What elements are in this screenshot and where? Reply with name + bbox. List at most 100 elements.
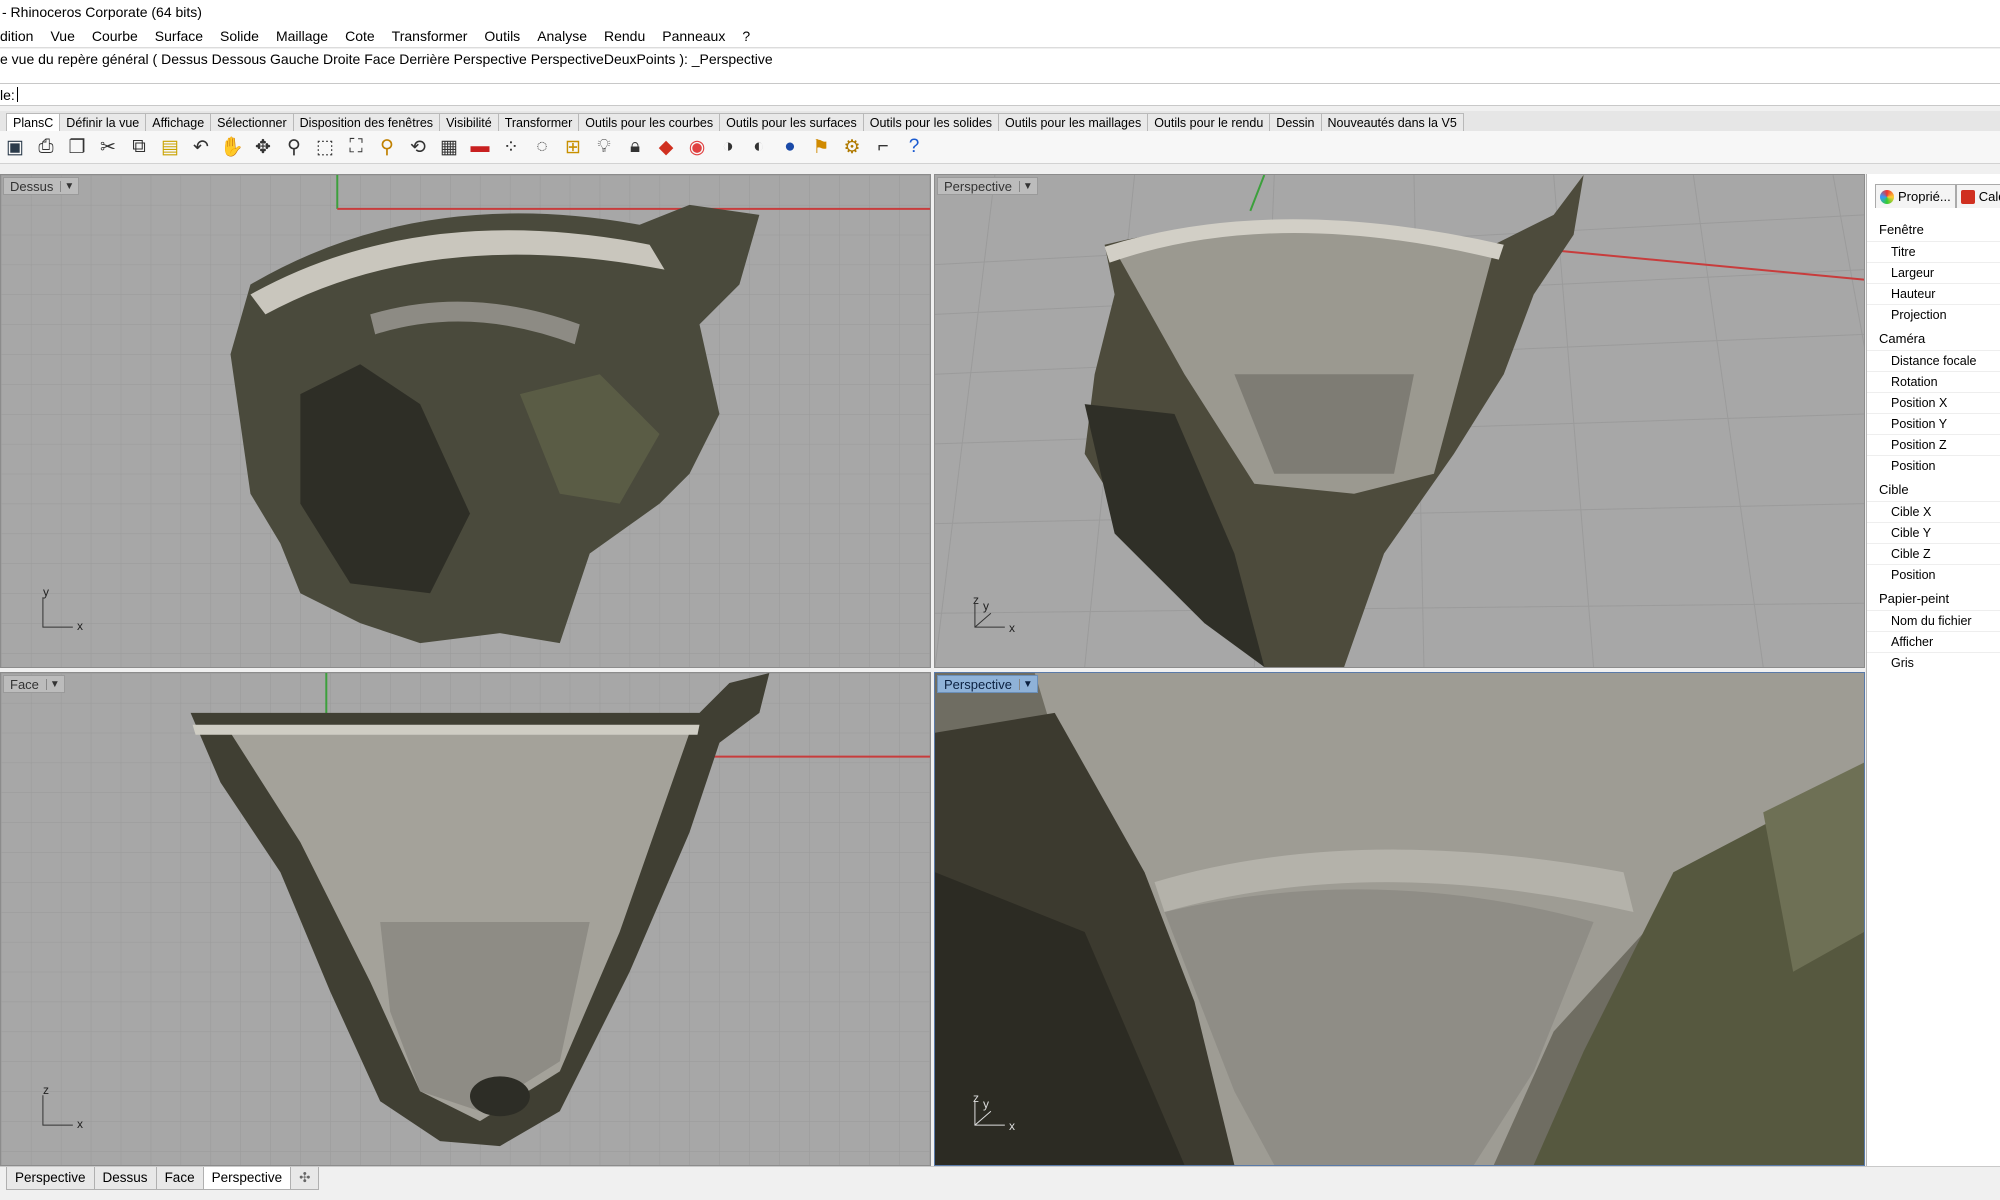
four-viewports-icon[interactable]: ▦: [436, 134, 462, 160]
axis-gizmo: [974, 603, 1005, 628]
property-row[interactable]: Gris: [1867, 652, 2000, 673]
zoom-icon[interactable]: ⚲: [281, 134, 307, 160]
section-title: Caméra: [1879, 331, 1926, 346]
menu-cote[interactable]: Cote: [337, 28, 384, 44]
property-row[interactable]: Nom du fichier: [1867, 610, 2000, 631]
add-viewport-tab-icon[interactable]: ✣: [290, 1167, 320, 1190]
property-row[interactable]: Afficher: [1867, 631, 2000, 652]
tab-nouveautes-v5[interactable]: Nouveautés dans la V5: [1320, 113, 1464, 131]
menu-vue[interactable]: Vue: [42, 28, 83, 44]
zoom-window-icon[interactable]: ⬚: [312, 134, 338, 160]
viewport-tab-dessus[interactable]: Dessus: [93, 1167, 157, 1190]
layer-icon[interactable]: ◆: [653, 134, 679, 160]
viewport-top[interactable]: Dessus ▼ y x: [0, 174, 931, 668]
tab-definir-la-vue[interactable]: Définir la vue: [59, 113, 147, 131]
menu-rendu[interactable]: Rendu: [596, 28, 654, 44]
tab-disposition-fenetres[interactable]: Disposition des fenêtres: [292, 113, 441, 131]
property-row[interactable]: Position: [1867, 455, 2000, 476]
menu-solide[interactable]: Solide: [212, 28, 268, 44]
property-row[interactable]: Hauteur: [1867, 283, 2000, 304]
zoom-selected-icon[interactable]: ⚲: [374, 134, 400, 160]
property-row[interactable]: Position X: [1867, 392, 2000, 413]
menu-transformer[interactable]: Transformer: [384, 28, 477, 44]
viewport-perspective-1[interactable]: Perspective ▼ z y x: [934, 174, 1865, 668]
undo-icon[interactable]: ↶: [188, 134, 214, 160]
tab-visibilite[interactable]: Visibilité: [439, 113, 499, 131]
menu-analyse[interactable]: Analyse: [529, 28, 596, 44]
render-icon[interactable]: ⚑: [808, 134, 834, 160]
tab-plansc[interactable]: PlansC: [6, 113, 61, 131]
panel-tabs: Proprié... Calq: [1867, 182, 2000, 208]
dots-icon[interactable]: ⁘: [498, 134, 524, 160]
command-line[interactable]: le:: [0, 83, 2000, 106]
tab-outils-rendu[interactable]: Outils pour le rendu: [1147, 113, 1271, 131]
tab-selectionner[interactable]: Sélectionner: [210, 113, 294, 131]
menu-surface[interactable]: Surface: [147, 28, 212, 44]
menu-edition[interactable]: dition: [0, 28, 42, 44]
zoom-extents-icon[interactable]: ⛶: [343, 134, 369, 160]
viewport-front[interactable]: Face ▼ z x: [0, 672, 931, 1166]
color-wheel-icon[interactable]: ◉: [684, 134, 710, 160]
copy-icon[interactable]: ⧉: [126, 134, 152, 160]
property-row[interactable]: Cible Z: [1867, 543, 2000, 564]
menu-outils[interactable]: Outils: [476, 28, 529, 44]
property-row[interactable]: Titre: [1867, 241, 2000, 262]
property-row[interactable]: Cible X: [1867, 501, 2000, 522]
property-row[interactable]: Position: [1867, 564, 2000, 585]
property-row[interactable]: Position Z: [1867, 434, 2000, 455]
tab-transformer[interactable]: Transformer: [497, 113, 580, 131]
section-title: Fenêtre: [1879, 222, 1924, 237]
layers-icon: [1960, 189, 1975, 204]
blue-sphere-icon[interactable]: ●: [777, 134, 803, 160]
menu-maillage[interactable]: Maillage: [268, 28, 337, 44]
fillet-icon[interactable]: ⌐: [870, 134, 896, 160]
menu-bar: dition Vue Courbe Surface Solide Maillag…: [0, 25, 2000, 48]
move-view-icon[interactable]: ✥: [250, 134, 276, 160]
tab-calques[interactable]: Calq: [1955, 184, 2000, 208]
viewport-perspective-2[interactable]: Perspective ▼ z y x: [934, 672, 1865, 1166]
viewport-tabs: Perspective Dessus Face Perspective ✣: [0, 1166, 2000, 1200]
import-icon[interactable]: ❐: [64, 134, 90, 160]
tab-dessin[interactable]: Dessin: [1269, 113, 1322, 131]
property-row[interactable]: Distance focale: [1867, 350, 2000, 371]
pan-icon[interactable]: ✋: [219, 134, 245, 160]
command-history: e vue du repère général ( Dessus Dessous…: [0, 49, 2000, 83]
tab-outils-surfaces[interactable]: Outils pour les surfaces: [719, 113, 864, 131]
menu-help[interactable]: ?: [734, 28, 759, 44]
tab-outils-solides[interactable]: Outils pour les solides: [862, 113, 1000, 131]
section-title: Cible: [1879, 482, 1909, 497]
rendered-sphere-icon[interactable]: ◐: [746, 134, 772, 160]
options-gear-icon[interactable]: ⚙: [839, 134, 865, 160]
property-row[interactable]: Cible Y: [1867, 522, 2000, 543]
shaded-sphere-icon[interactable]: ◑: [715, 134, 741, 160]
snap-icon[interactable]: ⊞: [560, 134, 586, 160]
tab-label: Calq: [1978, 189, 2000, 204]
menu-panneaux[interactable]: Panneaux: [654, 28, 734, 44]
lock-icon[interactable]: 🔒︎: [622, 134, 648, 160]
property-row[interactable]: Largeur: [1867, 262, 2000, 283]
print-icon[interactable]: ⎙: [33, 134, 59, 160]
circle-icon[interactable]: ◌: [529, 134, 555, 160]
viewport-tab-perspective-active[interactable]: Perspective: [202, 1167, 292, 1190]
property-row[interactable]: Projection: [1867, 304, 2000, 325]
tab-affichage[interactable]: Affichage: [145, 113, 212, 131]
tab-proprietes[interactable]: Proprié...: [1875, 184, 1956, 208]
help-icon[interactable]: ?: [901, 134, 927, 160]
properties-panel: Proprié... Calq Fenêtre Titre Largeur Ha…: [1866, 174, 2000, 1166]
axis-gizmo: [42, 597, 73, 628]
property-row[interactable]: Rotation: [1867, 371, 2000, 392]
tab-outils-maillages[interactable]: Outils pour les maillages: [998, 113, 1149, 131]
viewport-tab-face[interactable]: Face: [155, 1167, 204, 1190]
text-caret: [16, 87, 18, 102]
paste-icon[interactable]: ▤: [157, 134, 183, 160]
menu-courbe[interactable]: Courbe: [84, 28, 147, 44]
cut-icon[interactable]: ✂: [95, 134, 121, 160]
light-bulb-icon[interactable]: 💡︎: [591, 134, 617, 160]
car-icon[interactable]: ▬: [467, 134, 493, 160]
save-icon[interactable]: ▣: [2, 134, 28, 160]
rotate-view-icon[interactable]: ⟲: [405, 134, 431, 160]
viewport-tab-perspective[interactable]: Perspective: [6, 1167, 95, 1190]
command-prompt: le:: [0, 86, 15, 103]
tab-outils-courbes[interactable]: Outils pour les courbes: [578, 113, 721, 131]
property-row[interactable]: Position Y: [1867, 413, 2000, 434]
